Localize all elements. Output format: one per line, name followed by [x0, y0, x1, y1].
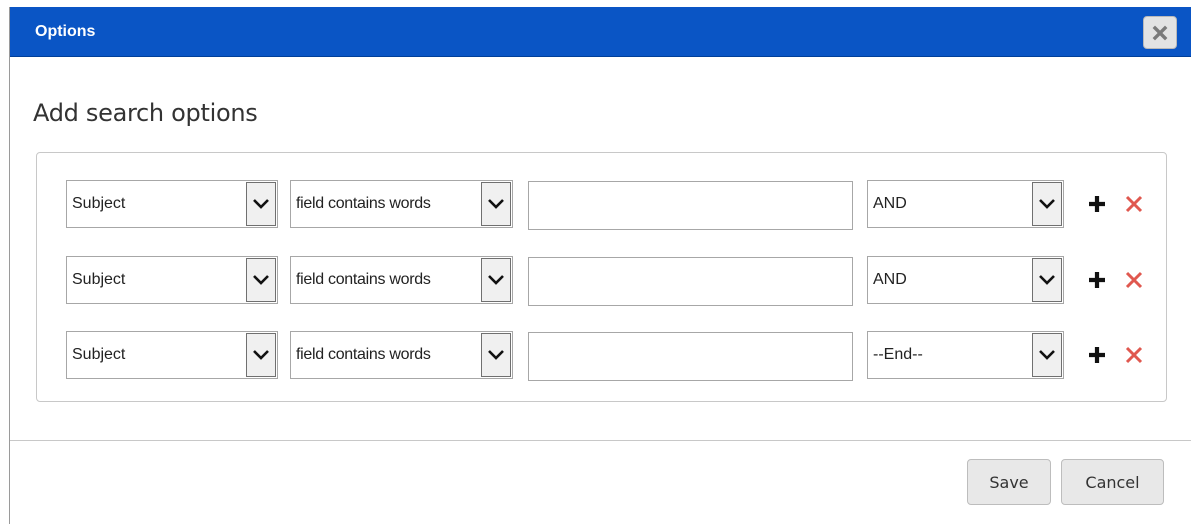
options-dialog: Options Add search options Subject field… — [9, 7, 1191, 524]
operator-select-value: AND — [873, 271, 907, 288]
field-select[interactable]: Subject — [66, 331, 278, 379]
dialog-titlebar: Options — [10, 7, 1191, 57]
x-icon[interactable] — [1123, 344, 1145, 366]
field-select-value: Subject — [72, 271, 126, 288]
plus-icon[interactable] — [1086, 193, 1108, 215]
operator-select[interactable]: --End-- — [867, 331, 1064, 379]
operator-select-value: AND — [873, 195, 907, 212]
condition-select-value: field contains words — [296, 346, 431, 363]
field-select-value: Subject — [72, 195, 126, 212]
search-row: Subject field contains words --End-- — [37, 331, 1166, 381]
condition-select-value: field contains words — [296, 195, 431, 212]
field-select[interactable]: Subject — [66, 256, 278, 304]
condition-select[interactable]: field contains words — [290, 180, 513, 228]
operator-select-value: --End-- — [873, 346, 923, 363]
chevron-down-icon — [1032, 258, 1062, 302]
plus-icon[interactable] — [1086, 344, 1108, 366]
search-row: Subject field contains words AND — [37, 256, 1166, 306]
condition-select[interactable]: field contains words — [290, 331, 513, 379]
operator-select[interactable]: AND — [867, 180, 1064, 228]
chevron-down-icon — [481, 182, 511, 226]
save-button[interactable]: Save — [967, 459, 1051, 505]
x-icon[interactable] — [1123, 193, 1145, 215]
footer-divider — [10, 440, 1191, 441]
chevron-down-icon — [246, 333, 276, 377]
operator-select[interactable]: AND — [867, 256, 1064, 304]
chevron-down-icon — [481, 333, 511, 377]
condition-select[interactable]: field contains words — [290, 256, 513, 304]
cancel-button[interactable]: Cancel — [1061, 459, 1164, 505]
page-heading: Add search options — [33, 99, 258, 127]
chevron-down-icon — [246, 258, 276, 302]
search-options-panel: Subject field contains words AND Subject… — [36, 152, 1167, 402]
chevron-down-icon — [246, 182, 276, 226]
chevron-down-icon — [1032, 182, 1062, 226]
field-select-value: Subject — [72, 346, 126, 363]
plus-icon[interactable] — [1086, 269, 1108, 291]
chevron-down-icon — [1032, 333, 1062, 377]
search-row: Subject field contains words AND — [37, 180, 1166, 230]
close-button[interactable] — [1143, 16, 1177, 49]
close-icon — [1152, 25, 1168, 40]
search-term-input[interactable] — [528, 332, 853, 381]
search-term-input[interactable] — [528, 181, 853, 230]
field-select[interactable]: Subject — [66, 180, 278, 228]
condition-select-value: field contains words — [296, 271, 431, 288]
dialog-title: Options — [35, 23, 96, 40]
chevron-down-icon — [481, 258, 511, 302]
search-term-input[interactable] — [528, 257, 853, 306]
x-icon[interactable] — [1123, 269, 1145, 291]
